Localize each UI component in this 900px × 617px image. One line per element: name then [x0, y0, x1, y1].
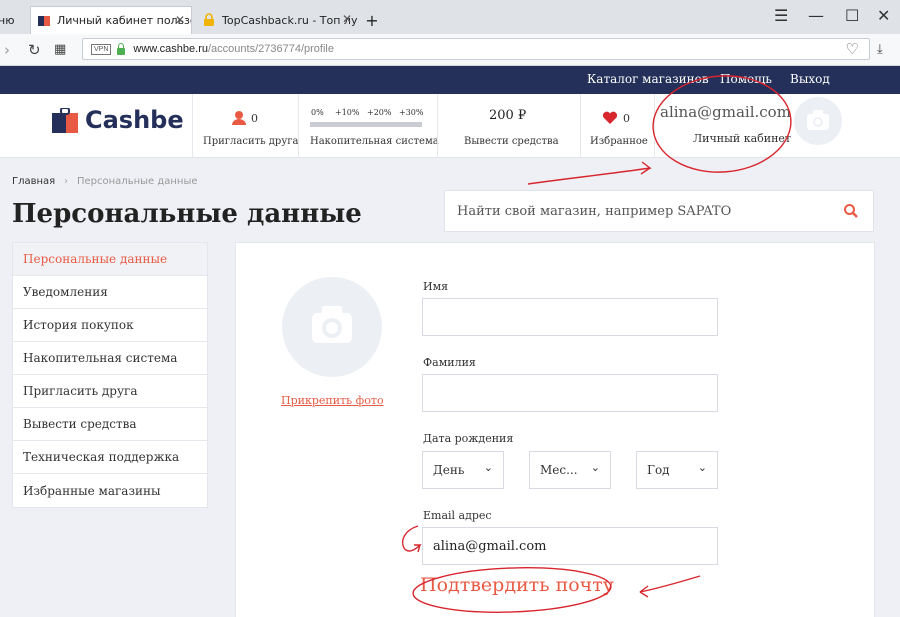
breadcrumb-separator: › — [64, 176, 68, 187]
accum-level-0: 0% — [311, 108, 324, 117]
download-icon[interactable]: ⤓ — [877, 42, 883, 57]
browser-tab-bar: ню Личный кабинет пользо ✕ TopCashback.r… — [0, 0, 900, 34]
profile-sidebar: Персональные данные Уведомления История … — [12, 242, 208, 508]
close-window-icon[interactable]: ✕ — [877, 6, 890, 25]
divider — [437, 94, 438, 158]
sidebar-item-favorite-stores[interactable]: Избранные магазины — [13, 474, 207, 507]
first-name-label: Имя — [423, 280, 449, 293]
forward-icon[interactable]: › — [4, 41, 10, 59]
sidebar-item-invite-friend[interactable]: Пригласить друга — [13, 375, 207, 408]
birth-year-select[interactable]: Год ⌄ — [636, 451, 718, 489]
confirm-email-link[interactable]: Подтвердить почту — [420, 574, 614, 596]
site-header: Cashbe 0 Пригласить друга 0% +10% +20% +… — [0, 94, 900, 158]
search-icon[interactable] — [843, 203, 859, 223]
tab-label: Личный кабинет пользо — [57, 14, 192, 27]
email-label: Email адрес — [423, 509, 492, 522]
invite-count: 0 — [251, 112, 258, 125]
breadcrumb-current: Персональные данные — [77, 176, 198, 187]
maximize-icon[interactable]: ☐ — [845, 6, 859, 25]
site-top-nav: Каталог магазинов Помощь Выход — [0, 66, 900, 94]
divider — [654, 94, 655, 158]
camera-icon — [312, 306, 352, 343]
camera-icon — [807, 110, 829, 130]
reload-icon[interactable]: ↻ — [28, 41, 41, 59]
tab-cashbe-cabinet[interactable]: Личный кабинет пользо ✕ — [30, 6, 192, 34]
email-field[interactable] — [422, 527, 718, 565]
profile-photo[interactable] — [282, 277, 382, 377]
birth-month-value: Мес... — [540, 463, 578, 477]
invite-friend-link[interactable]: Пригласить друга — [203, 136, 298, 147]
accum-level-2: +20% — [367, 108, 392, 117]
birth-year-value: Год — [647, 463, 670, 477]
last-name-label: Фамилия — [423, 356, 476, 369]
close-tab-icon[interactable]: ✕ — [175, 13, 185, 27]
sidebar-item-accum-system[interactable]: Накопительная система — [13, 342, 207, 375]
new-tab-button[interactable]: + — [362, 6, 382, 34]
tab-label: ню — [0, 13, 15, 27]
sidebar-item-notifications[interactable]: Уведомления — [13, 276, 207, 309]
nav-help[interactable]: Помощь — [720, 72, 772, 86]
tab-label: TopCashback.ru - Топ лучш — [222, 13, 358, 27]
first-name-field[interactable] — [422, 298, 718, 336]
store-search-input[interactable] — [445, 191, 835, 231]
sidebar-item-personal-data[interactable]: Персональные данные — [13, 243, 207, 276]
cashbe-logo-icon[interactable] — [52, 107, 82, 138]
accum-level-1: +10% — [335, 108, 360, 117]
url-path: /accounts/2736774/profile — [208, 43, 334, 55]
grid-icon[interactable]: ▦ — [54, 42, 66, 57]
nav-catalog[interactable]: Каталог магазинов — [587, 72, 709, 86]
minimize-icon[interactable]: — — [808, 6, 824, 25]
user-email[interactable]: alina@gmail.com — [660, 103, 791, 121]
birth-day-select[interactable]: День ⌄ — [422, 451, 504, 489]
tab-topcashback[interactable]: TopCashback.ru - Топ лучш ✕ — [196, 6, 358, 34]
favorites-count: 0 — [623, 112, 630, 125]
divider — [580, 94, 581, 158]
heart-icon[interactable] — [602, 110, 618, 129]
accum-progress-bar — [310, 122, 422, 127]
header-avatar[interactable] — [794, 97, 842, 145]
balance-value: 200 ₽ — [489, 108, 527, 123]
user-icon — [232, 110, 246, 129]
divider — [298, 94, 299, 158]
chevron-down-icon: ⌄ — [483, 461, 493, 474]
personal-cabinet-link[interactable]: Личный кабинет — [693, 132, 791, 145]
vpn-badge[interactable]: VPN — [91, 43, 112, 55]
sidebar-item-withdraw[interactable]: Вывести средства — [13, 408, 207, 441]
birth-day-value: День — [433, 463, 465, 477]
chevron-down-icon: ⌄ — [590, 461, 600, 474]
heart-outline-icon[interactable]: ♡ — [846, 40, 859, 58]
sidebar-item-purchase-history[interactable]: История покупок — [13, 309, 207, 342]
accum-level-3: +30% — [399, 108, 424, 117]
page-title: Персональные данные — [12, 199, 362, 229]
divider — [192, 94, 193, 158]
url-host: www.cashbe.ru — [133, 43, 208, 55]
tab-menu[interactable]: ню — [0, 6, 30, 34]
last-name-field[interactable] — [422, 374, 718, 412]
plus-icon: + — [365, 10, 379, 30]
cashbe-favicon — [37, 14, 51, 28]
withdraw-link[interactable]: Вывести средства — [464, 136, 559, 147]
tabs-menu-icon[interactable]: ☰ — [774, 6, 788, 25]
store-search — [444, 190, 874, 232]
favorites-link[interactable]: Избранное — [590, 136, 648, 147]
birth-month-select[interactable]: Мес... ⌄ — [529, 451, 611, 489]
url-field[interactable]: VPN www.cashbe.ru/accounts/2736774/profi… — [82, 38, 870, 60]
chevron-down-icon: ⌄ — [697, 461, 707, 474]
breadcrumb-home[interactable]: Главная — [12, 176, 55, 187]
cashbe-logo[interactable]: Cashbe — [85, 106, 184, 134]
nav-logout[interactable]: Выход — [790, 72, 830, 86]
address-bar-row: › ↻ ▦ VPN www.cashbe.ru/accounts/2736774… — [0, 34, 900, 66]
close-tab-icon[interactable]: ✕ — [342, 12, 352, 26]
annotation-arrow-cabinet — [527, 161, 652, 185]
accum-system-link[interactable]: Накопительная система — [310, 136, 439, 147]
lock-icon[interactable] — [117, 42, 126, 55]
attach-photo-link[interactable]: Прикрепить фото — [281, 394, 384, 407]
birthdate-label: Дата рождения — [423, 432, 514, 445]
sidebar-item-support[interactable]: Техническая поддержка — [13, 441, 207, 474]
lock-favicon-icon — [202, 13, 216, 27]
